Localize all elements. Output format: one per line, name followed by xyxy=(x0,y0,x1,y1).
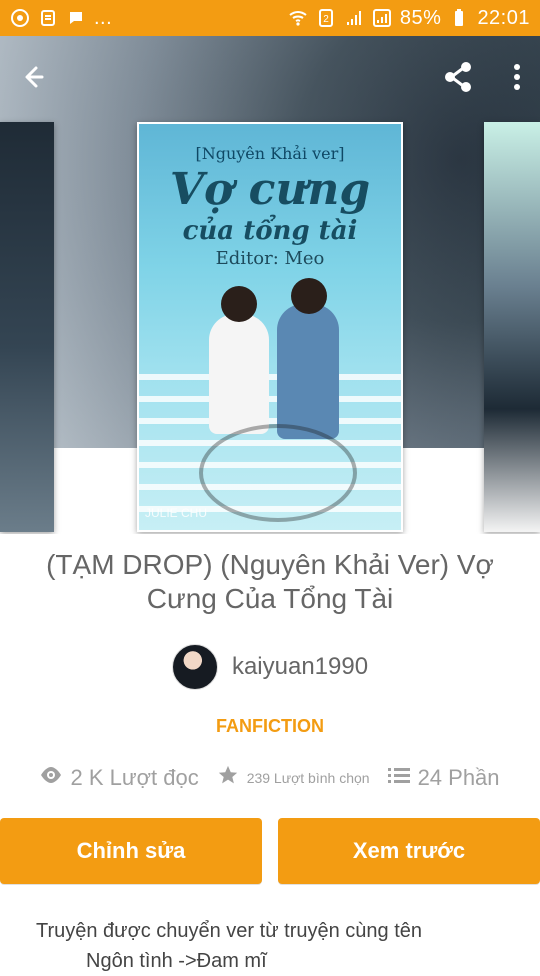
description-line-1: Truyện được chuyển ver từ truyện cùng tê… xyxy=(36,920,423,942)
story-category[interactable]: FANFICTION xyxy=(0,716,540,737)
author-row[interactable]: kaiyuan1990 xyxy=(0,644,540,690)
adjacent-cover-right[interactable] xyxy=(484,122,540,532)
author-name[interactable]: kaiyuan1990 xyxy=(232,653,368,681)
story-description: Truyện được chuyển ver từ truyện cùng tê… xyxy=(36,916,506,976)
cover-title-line1: Vợ cưng xyxy=(169,164,371,215)
cover-title-line2: của tổng tài xyxy=(182,216,358,246)
battery-percent: 85% xyxy=(399,6,442,29)
list-icon xyxy=(387,766,410,789)
signal-icon xyxy=(344,8,364,28)
cover-figure-right xyxy=(277,304,339,439)
cover-bikes xyxy=(199,424,357,522)
signal-icon-2 xyxy=(372,8,392,28)
star-icon xyxy=(217,764,239,791)
votes-label: 239 Lượt bình chọn xyxy=(246,769,370,786)
status-right: 2 85% 22:01 xyxy=(288,7,530,30)
orange-circle-icon xyxy=(10,8,30,28)
status-bar: ... 2 85% 22:01 xyxy=(0,0,540,36)
clock: 22:01 xyxy=(477,6,530,29)
battery-icon xyxy=(449,8,469,28)
description-line-2: Ngôn tình ->Đam mĩ xyxy=(86,950,267,972)
app-bar-actions xyxy=(438,57,524,102)
reads-label: 2 K Lượt đọc xyxy=(70,764,199,790)
sim-icon: 2 xyxy=(316,8,336,28)
share-icon[interactable] xyxy=(438,57,478,102)
parts-stat: 24 Phần xyxy=(387,764,500,791)
message-icon xyxy=(66,8,86,28)
eye-icon xyxy=(40,766,62,789)
cover-head-left xyxy=(221,286,257,322)
cover-editor: Editor: Meo xyxy=(215,248,325,269)
adjacent-cover-left[interactable] xyxy=(0,122,54,532)
cover-illustration xyxy=(199,278,357,524)
votes-stat: 239 Lượt bình chọn xyxy=(217,764,370,791)
preview-button[interactable]: Xem trước xyxy=(278,818,540,884)
app-bar xyxy=(0,36,540,122)
back-arrow-icon[interactable] xyxy=(18,62,48,97)
cover-tagline: [Nguyên Khải ver] xyxy=(195,144,345,163)
story-stats: 2 K Lượt đọc 239 Lượt bình chọn 24 Phần xyxy=(0,764,540,791)
author-avatar[interactable] xyxy=(171,644,218,690)
more-vert-icon[interactable] xyxy=(510,57,524,102)
edit-button[interactable]: Chỉnh sửa xyxy=(0,818,262,884)
cover-stamp: JULIE CHU xyxy=(145,506,208,520)
cover-head-right xyxy=(291,278,327,314)
wifi-icon xyxy=(288,8,308,28)
reads-stat: 2 K Lượt đọc xyxy=(40,764,199,791)
more-icon: ... xyxy=(94,6,113,29)
svg-text:2: 2 xyxy=(323,14,329,25)
status-left: ... xyxy=(10,7,112,30)
parts-label: 24 Phần xyxy=(417,764,500,790)
story-title: (TẠM DROP) (Nguyên Khải Ver) Vợ Cưng Của… xyxy=(46,549,494,614)
cover-figure-left xyxy=(209,314,269,434)
receipt-icon xyxy=(38,8,58,28)
story-hero: [Nguyên Khải ver] Vợ cưng của tổng tài E… xyxy=(0,36,540,534)
story-cover[interactable]: [Nguyên Khải ver] Vợ cưng của tổng tài E… xyxy=(137,122,403,532)
